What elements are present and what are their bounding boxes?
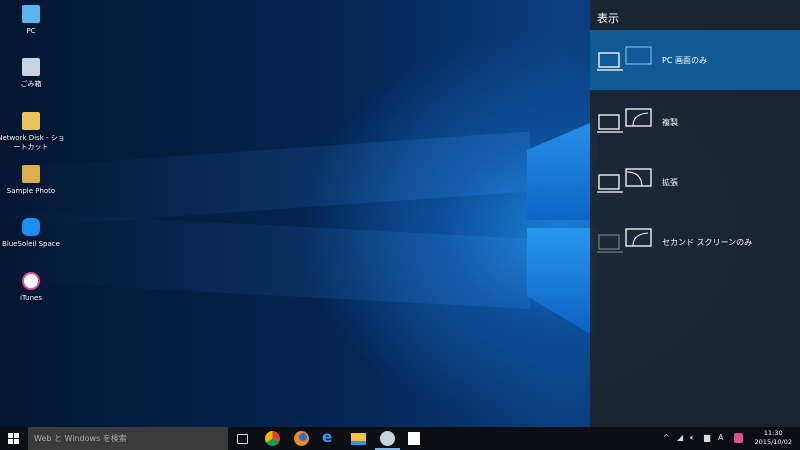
icon-label: PC bbox=[26, 27, 36, 35]
store-icon[interactable] bbox=[408, 432, 420, 445]
option-extend[interactable]: 拡張 bbox=[590, 152, 800, 212]
icon-label: BlueSoleil Space bbox=[2, 240, 60, 248]
windows-logo-pane bbox=[527, 228, 597, 338]
edge-icon[interactable]: e bbox=[322, 430, 337, 446]
ime-indicator[interactable]: A bbox=[718, 433, 723, 442]
clock[interactable]: 11:30 2015/10/02 bbox=[755, 429, 792, 447]
taskbar: Web と Windows を検索 e ^ ◢ 🔈︎ ▆ A 11:30 2015… bbox=[0, 427, 800, 450]
desktop-icon-network-disk[interactable]: Network Disk - ショートカット bbox=[0, 112, 66, 152]
option-duplicate[interactable]: 複製 bbox=[590, 92, 800, 152]
bluetooth-icon bbox=[22, 218, 40, 236]
desktop-icon-sample-photo[interactable]: Sample Photo bbox=[0, 165, 66, 196]
paint-app-icon[interactable] bbox=[380, 431, 395, 446]
start-windows-icon[interactable] bbox=[8, 433, 19, 444]
option-label: 複製 bbox=[662, 118, 678, 127]
option-pc-screen-only[interactable]: PC 画面のみ bbox=[590, 30, 800, 90]
duplicate-icon bbox=[597, 108, 652, 133]
desktop-icon-recycle-bin[interactable]: ごみ箱 bbox=[0, 58, 66, 89]
option-label: PC 画面のみ bbox=[662, 56, 707, 65]
project-panel: 表示 PC 画面のみ 複製 拡張 セカンド スクリーンのみ bbox=[590, 0, 800, 427]
desktop-icon-pc[interactable]: PC bbox=[0, 5, 66, 36]
second-screen-only-icon bbox=[597, 228, 652, 253]
icon-label: iTunes bbox=[20, 294, 42, 302]
file-explorer-icon[interactable] bbox=[351, 433, 366, 445]
chevron-up-icon[interactable]: ^ bbox=[663, 433, 670, 442]
computer-icon bbox=[22, 5, 40, 23]
panel-title: 表示 bbox=[597, 12, 619, 25]
action-center-icon[interactable]: ▆ bbox=[704, 433, 710, 442]
desktop-icon-itunes[interactable]: iTunes bbox=[0, 272, 66, 303]
icon-label: ごみ箱 bbox=[20, 80, 42, 88]
windows-logo-pane bbox=[527, 120, 597, 220]
search-input[interactable]: Web と Windows を検索 bbox=[28, 427, 228, 450]
chrome-icon[interactable] bbox=[265, 431, 280, 446]
option-second-screen-only[interactable]: セカンド スクリーンのみ bbox=[590, 212, 800, 272]
time: 11:30 bbox=[763, 429, 783, 437]
app-tray-icon[interactable] bbox=[734, 433, 743, 443]
pc-screen-only-icon bbox=[597, 46, 652, 71]
firefox-icon[interactable] bbox=[294, 431, 309, 446]
option-label: 拡張 bbox=[662, 178, 678, 187]
recycle-bin-icon bbox=[22, 58, 40, 76]
itunes-icon bbox=[22, 272, 40, 290]
desktop-icon-bluesoleil[interactable]: BlueSoleil Space bbox=[0, 218, 66, 249]
icon-label: Sample Photo bbox=[6, 187, 56, 195]
option-label: セカンド スクリーンのみ bbox=[662, 238, 753, 247]
folder-icon bbox=[22, 165, 40, 183]
task-view-icon[interactable] bbox=[237, 434, 248, 444]
network-icon[interactable]: ◢ bbox=[677, 433, 683, 442]
date: 2015/10/02 bbox=[754, 438, 792, 446]
icon-label: Network Disk - ショートカット bbox=[0, 134, 65, 151]
folder-shortcut-icon bbox=[22, 112, 40, 130]
volume-icon[interactable]: 🔈︎ bbox=[690, 433, 695, 443]
extend-icon bbox=[597, 168, 652, 193]
